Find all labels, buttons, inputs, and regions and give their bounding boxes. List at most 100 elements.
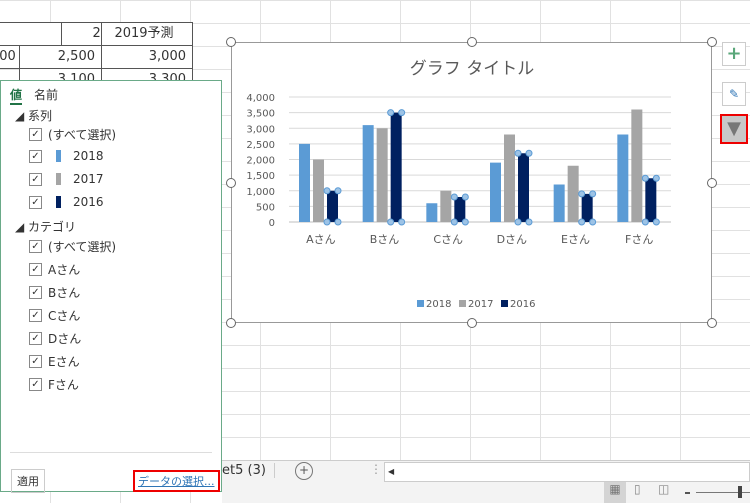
selection-handle: [461, 218, 469, 226]
x-tick-label: Bさん: [370, 233, 400, 246]
resize-handle[interactable]: [707, 178, 717, 188]
bar-2018: [426, 203, 438, 222]
y-tick-label: 0: [269, 218, 275, 229]
checkbox[interactable]: ✓: [29, 355, 42, 368]
cell[interactable]: 000: [0, 45, 20, 69]
zoom-out-icon[interactable]: [685, 492, 690, 494]
checkbox[interactable]: ✓: [29, 172, 42, 186]
checkbox[interactable]: ✓: [29, 286, 42, 299]
series-item[interactable]: ✓ 2017: [29, 172, 104, 186]
selection-handle: [578, 218, 586, 226]
select-data-link[interactable]: データの選択...: [133, 470, 220, 492]
bar-2016: [390, 112, 402, 222]
selection-handle: [398, 218, 406, 226]
checkbox[interactable]: ✓: [29, 332, 42, 345]
x-tick-label: Fさん: [625, 233, 653, 246]
x-tick-label: Cさん: [433, 233, 463, 246]
selection-handle: [323, 218, 331, 226]
selection-handle: [514, 218, 522, 226]
resize-handle[interactable]: [226, 318, 236, 328]
header-cell[interactable]: 2019予測: [101, 22, 193, 46]
series-color-swatch: [56, 173, 61, 185]
resize-handle[interactable]: [226, 178, 236, 188]
series-color-swatch: [56, 196, 61, 208]
page-break-icon[interactable]: ◫: [658, 482, 669, 496]
series-item[interactable]: ✓ 2018: [29, 149, 104, 163]
checkbox[interactable]: ✓: [29, 149, 42, 163]
sheet-tab[interactable]: et5 (3): [222, 463, 275, 478]
series-color-swatch: [56, 150, 61, 162]
legend-label: 2016: [510, 299, 535, 310]
bar-2018: [362, 125, 374, 222]
category-heading[interactable]: ◢ カテゴリ: [15, 218, 76, 235]
bar-2016: [581, 193, 593, 222]
x-tick-label: Aさん: [306, 233, 336, 246]
checkbox[interactable]: ✓: [29, 240, 42, 253]
y-tick-label: 500: [256, 202, 275, 213]
category-item[interactable]: ✓ Cさん: [29, 307, 80, 324]
legend-swatch: [501, 300, 508, 307]
y-tick-label: 2,500: [246, 140, 275, 151]
more-icon: ⋮: [370, 462, 382, 476]
category-item[interactable]: ✓ Eさん: [29, 353, 80, 370]
cell[interactable]: 2,500: [19, 45, 102, 69]
scroll-left-icon[interactable]: ◀: [388, 467, 394, 476]
zoom-slider-thumb[interactable]: [738, 486, 742, 498]
bar-2016: [645, 178, 657, 222]
checkbox[interactable]: ✓: [29, 128, 42, 141]
selection-handle: [652, 174, 660, 182]
legend-swatch: [417, 300, 424, 307]
selection-handle: [461, 193, 469, 201]
selection-handle: [641, 174, 649, 182]
selection-handle: [450, 193, 458, 201]
selection-handle: [387, 218, 395, 226]
category-item[interactable]: ✓ Fさん: [29, 376, 79, 393]
tab-values[interactable]: 値: [10, 86, 23, 105]
bar-2017: [313, 159, 324, 222]
legend-swatch: [459, 300, 466, 307]
resize-handle[interactable]: [467, 37, 477, 47]
x-tick-label: Eさん: [561, 233, 590, 246]
category-item[interactable]: ✓ Aさん: [29, 261, 80, 278]
chart-elements-button[interactable]: +: [722, 42, 746, 66]
chart-filters-button[interactable]: ▼: [720, 114, 748, 144]
selection-handle: [525, 218, 533, 226]
y-tick-label: 3,500: [246, 109, 275, 120]
bar-2018: [490, 162, 501, 222]
series-heading[interactable]: ◢ 系列: [15, 107, 52, 124]
checkbox[interactable]: ✓: [29, 309, 42, 322]
checkbox[interactable]: ✓: [29, 263, 42, 276]
horizontal-scrollbar[interactable]: ◀: [384, 462, 750, 482]
selection-handle: [525, 149, 533, 157]
resize-handle[interactable]: [226, 37, 236, 47]
resize-handle[interactable]: [707, 318, 717, 328]
page-layout-icon[interactable]: ▯: [634, 482, 641, 496]
sheet-tab-bar: et5 (3) + ⋮ ◀: [222, 460, 750, 483]
chart-filter-panel: 値 名前 ◢ 系列 ✓ (すべて選択) ✓ 2018 ✓ 2017 ✓ 2016 ◢ カテゴ…: [0, 80, 222, 493]
series-item[interactable]: ✓ 2016: [29, 195, 104, 209]
cell[interactable]: 3,000: [101, 45, 193, 69]
y-tick-label: 4,000: [246, 93, 275, 104]
bar-2016: [454, 197, 466, 222]
checkbox[interactable]: ✓: [29, 195, 42, 209]
normal-view-icon[interactable]: ▦: [604, 482, 626, 503]
selection-handle: [641, 218, 649, 226]
bar-2016: [518, 153, 529, 222]
checkbox[interactable]: ✓: [29, 378, 42, 391]
plus-icon: +: [298, 463, 310, 477]
chart-styles-button[interactable]: ✎: [722, 82, 746, 106]
brush-icon: ✎: [728, 87, 740, 101]
chart[interactable]: グラフ タイトル 0 500 1,000 1,500 2,000 2,500 3,000 3,5…: [231, 42, 712, 323]
apply-button[interactable]: 適用: [11, 469, 45, 493]
selection-handle: [387, 109, 395, 117]
plus-icon: +: [726, 43, 742, 64]
add-sheet-button[interactable]: +: [295, 462, 313, 480]
category-item[interactable]: ✓ Dさん: [29, 330, 81, 347]
resize-handle[interactable]: [467, 318, 477, 328]
category-select-all[interactable]: ✓ (すべて選択): [29, 238, 116, 255]
filter-icon: ▼: [727, 118, 741, 139]
resize-handle[interactable]: [707, 37, 717, 47]
tab-names[interactable]: 名前: [34, 86, 58, 103]
series-select-all[interactable]: ✓ (すべて選択): [29, 126, 116, 143]
category-item[interactable]: ✓ Bさん: [29, 284, 80, 301]
